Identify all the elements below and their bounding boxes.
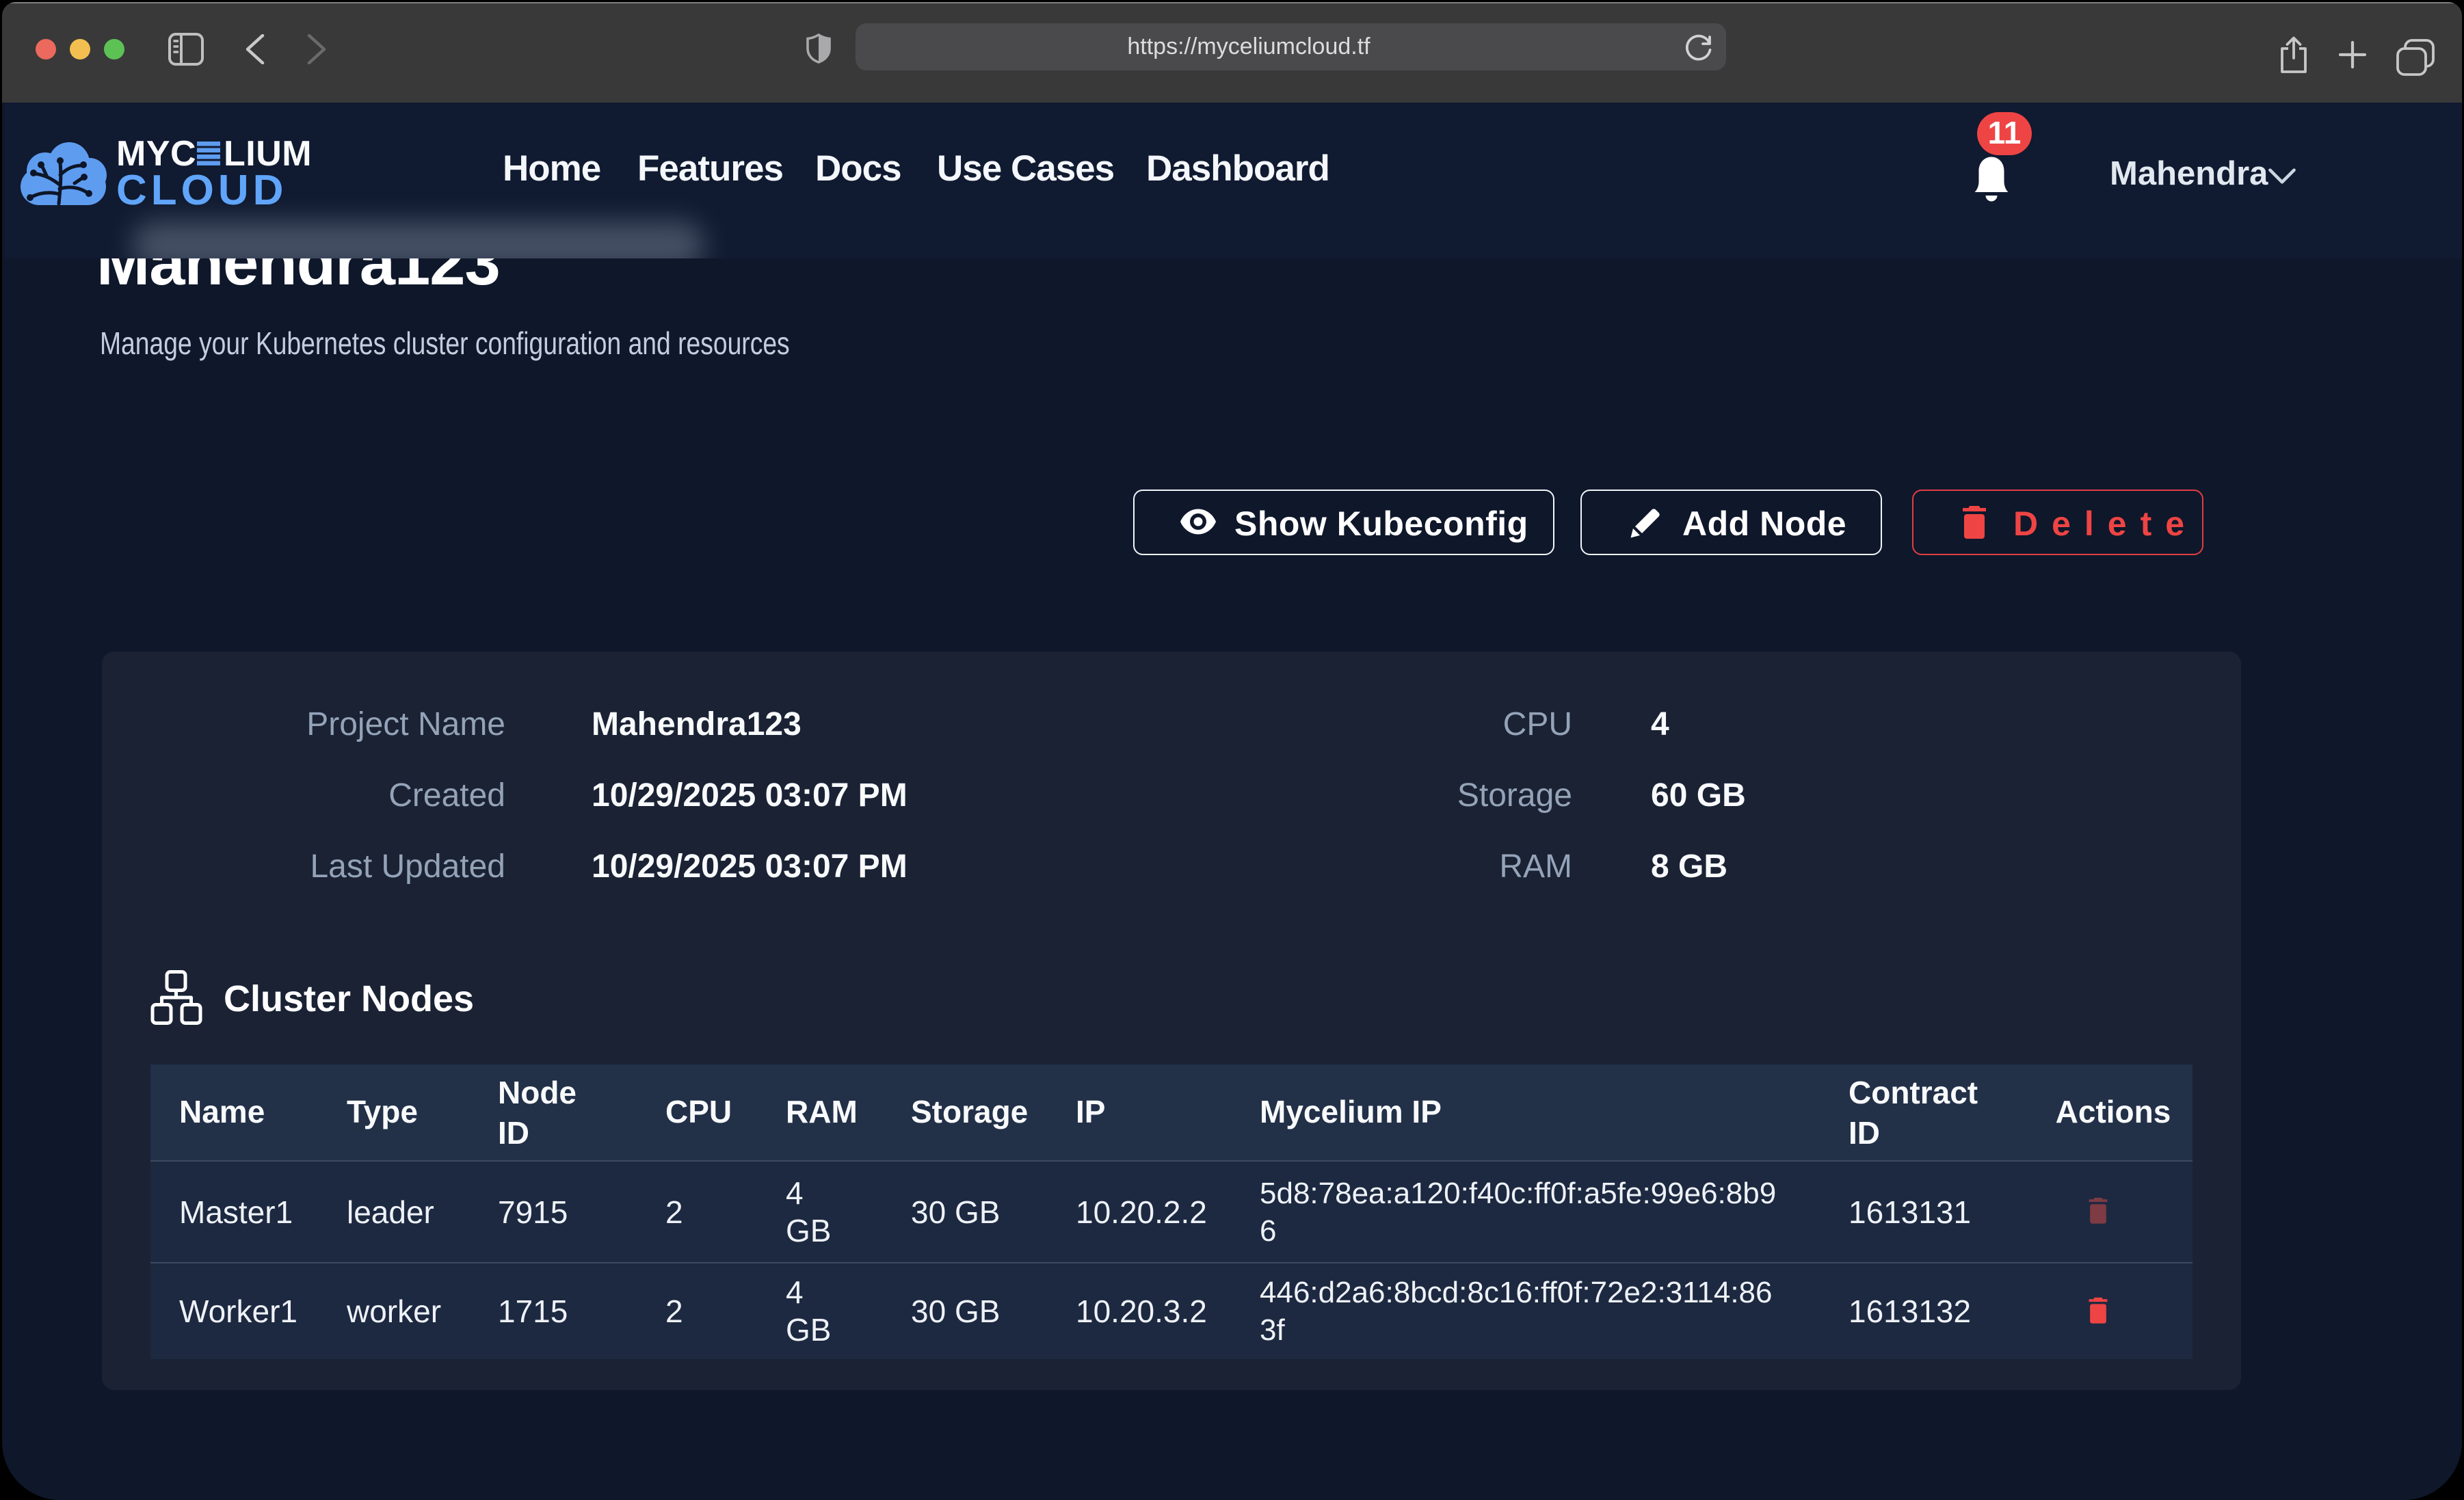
svg-text:CLOUD: CLOUD [116, 167, 287, 214]
